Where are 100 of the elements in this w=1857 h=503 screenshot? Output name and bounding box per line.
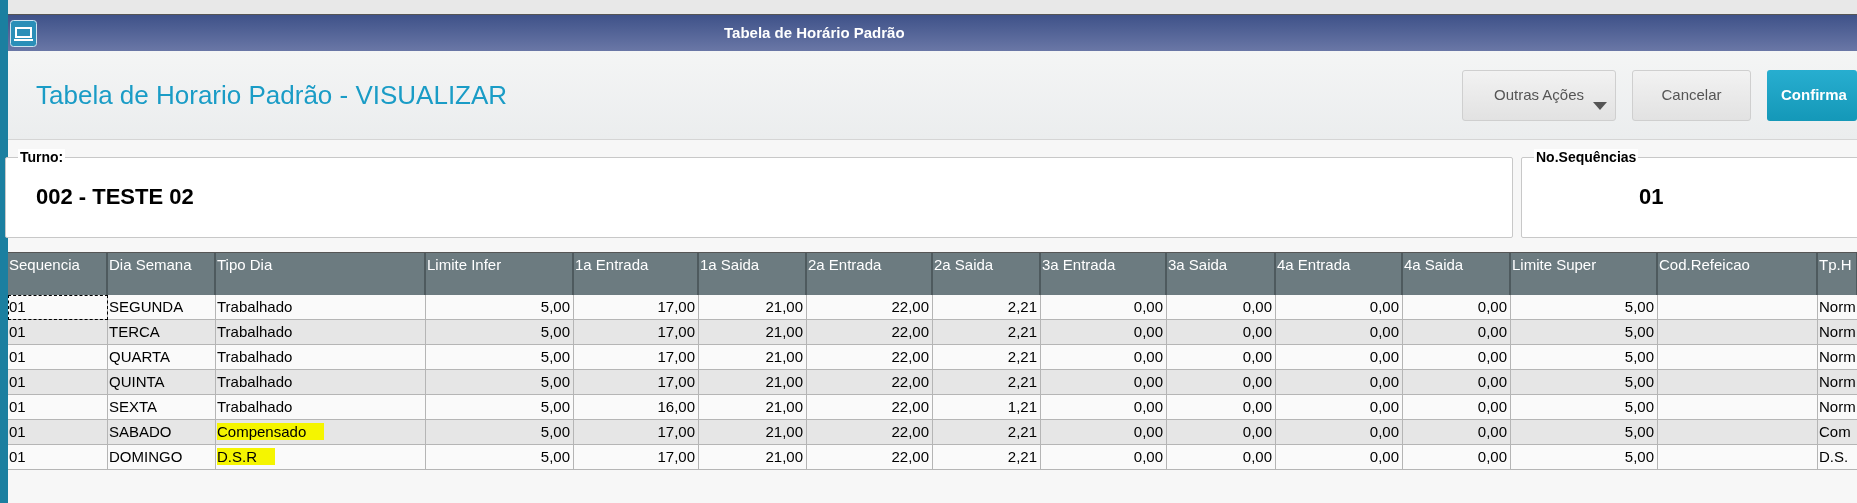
table-cell: Trabalhado [216, 345, 426, 370]
table-cell: 17,00 [574, 320, 699, 345]
column-header[interactable]: 2a Entrada [807, 253, 933, 295]
column-header[interactable]: Tp.H [1818, 253, 1857, 295]
table-cell: 5,00 [1511, 295, 1658, 320]
table-cell: 0,00 [1403, 370, 1511, 395]
table-cell: QUARTA [108, 345, 216, 370]
table-cell: 17,00 [574, 420, 699, 445]
table-cell: 01 [8, 395, 108, 420]
column-header[interactable]: 1a Entrada [574, 253, 699, 295]
table-cell: 5,00 [1511, 445, 1658, 470]
table-cell: 0,00 [1276, 420, 1403, 445]
column-header[interactable]: 2a Saida [933, 253, 1041, 295]
table-cell: 5,00 [1511, 345, 1658, 370]
table-cell: 01 [8, 345, 108, 370]
table-cell: 2,21 [933, 320, 1041, 345]
column-header[interactable]: 1a Saida [699, 253, 807, 295]
table-cell: Trabalhado [216, 395, 426, 420]
table-cell: 5,00 [1511, 395, 1658, 420]
table-cell: 22,00 [807, 445, 933, 470]
column-header[interactable]: 3a Saida [1167, 253, 1276, 295]
table-cell: 0,00 [1276, 320, 1403, 345]
table-cell: SABADO [108, 420, 216, 445]
table-cell: 0,00 [1403, 445, 1511, 470]
table-cell: 0,00 [1276, 370, 1403, 395]
table-cell: 0,00 [1403, 345, 1511, 370]
table-cell: 2,21 [933, 420, 1041, 445]
table-cell: 0,00 [1167, 445, 1276, 470]
table-cell: 5,00 [426, 295, 574, 320]
table-cell: 0,00 [1276, 445, 1403, 470]
dropdown-button[interactable]: Outras Ações [1462, 69, 1616, 121]
table-cell: 17,00 [574, 445, 699, 470]
table-cell: 22,00 [807, 420, 933, 445]
table-cell: 21,00 [699, 345, 807, 370]
table-cell: 0,00 [1041, 395, 1167, 420]
table-cell: 0,00 [1041, 445, 1167, 470]
confirm-button[interactable]: Confirma [1767, 69, 1857, 121]
table-cell: 5,00 [426, 320, 574, 345]
computer-icon [10, 19, 37, 47]
column-header[interactable]: Sequencia [8, 253, 108, 295]
column-header[interactable]: Dia Semana [108, 253, 216, 295]
table-cell: 0,00 [1167, 370, 1276, 395]
table-cell: 22,00 [807, 295, 933, 320]
cancel-button[interactable]: Cancelar [1632, 69, 1751, 121]
table-cell: 5,00 [1511, 370, 1658, 395]
table-cell: 22,00 [807, 345, 933, 370]
table-cell: 5,00 [426, 395, 574, 420]
field-value: 01 [1639, 183, 1664, 211]
table-cell: 17,00 [574, 370, 699, 395]
caret-icon [1593, 101, 1607, 110]
table-cell: 21,00 [699, 370, 807, 395]
table-cell: 0,00 [1276, 345, 1403, 370]
table-cell: Compensado [216, 420, 426, 445]
table-cell: SEGUNDA [108, 295, 216, 320]
table-cell: 5,00 [426, 345, 574, 370]
table-cell: Com [1818, 420, 1857, 445]
table-cell: 2,21 [933, 295, 1041, 320]
table-cell: 01 [8, 370, 108, 395]
table-cell: 16,00 [574, 395, 699, 420]
table-cell: 0,00 [1167, 420, 1276, 445]
table-cell: 0,00 [1276, 395, 1403, 420]
table-cell: 1,21 [933, 395, 1041, 420]
table-cell: 21,00 [699, 320, 807, 345]
table-cell: 5,00 [426, 370, 574, 395]
column-header[interactable]: Limite Super [1511, 253, 1658, 295]
table-cell: 0,00 [1041, 295, 1167, 320]
table-cell: 22,00 [807, 320, 933, 345]
table-cell: 01 [8, 320, 108, 345]
field-label: No.Sequências [1534, 149, 1639, 165]
column-header[interactable]: Cod.Refeicao [1658, 253, 1818, 295]
column-header[interactable]: 3a Entrada [1041, 253, 1167, 295]
column-header[interactable]: Tipo Dia [216, 253, 426, 295]
table-cell: 17,00 [574, 295, 699, 320]
table-cell: 5,00 [426, 420, 574, 445]
table-cell: 2,21 [933, 370, 1041, 395]
table-cell: 21,00 [699, 420, 807, 445]
table-cell: 0,00 [1167, 295, 1276, 320]
table-cell: 0,00 [1041, 320, 1167, 345]
table-cell: 5,00 [1511, 420, 1658, 445]
table-cell: 0,00 [1041, 370, 1167, 395]
table-cell: Trabalhado [216, 320, 426, 345]
table-cell: 17,00 [574, 345, 699, 370]
table-cell: 0,00 [1041, 345, 1167, 370]
table-cell: 0,00 [1167, 320, 1276, 345]
column-header[interactable]: 4a Entrada [1276, 253, 1403, 295]
field-value: 002 - TESTE 02 [36, 183, 194, 211]
table-cell: 21,00 [699, 395, 807, 420]
table-cell: 0,00 [1403, 420, 1511, 445]
table-cell: Trabalhado [216, 295, 426, 320]
table-cell: SEXTA [108, 395, 216, 420]
table-cell: QUINTA [108, 370, 216, 395]
column-header[interactable]: Limite Infer [426, 253, 574, 295]
table-cell: 01 [8, 295, 108, 320]
column-header[interactable]: 4a Saida [1403, 253, 1511, 295]
table-cell: 0,00 [1276, 295, 1403, 320]
table-cell: 0,00 [1403, 320, 1511, 345]
table-cell: 2,21 [933, 345, 1041, 370]
table-cell: DOMINGO [108, 445, 216, 470]
table-cell: 01 [8, 445, 108, 470]
table-cell: 22,00 [807, 370, 933, 395]
